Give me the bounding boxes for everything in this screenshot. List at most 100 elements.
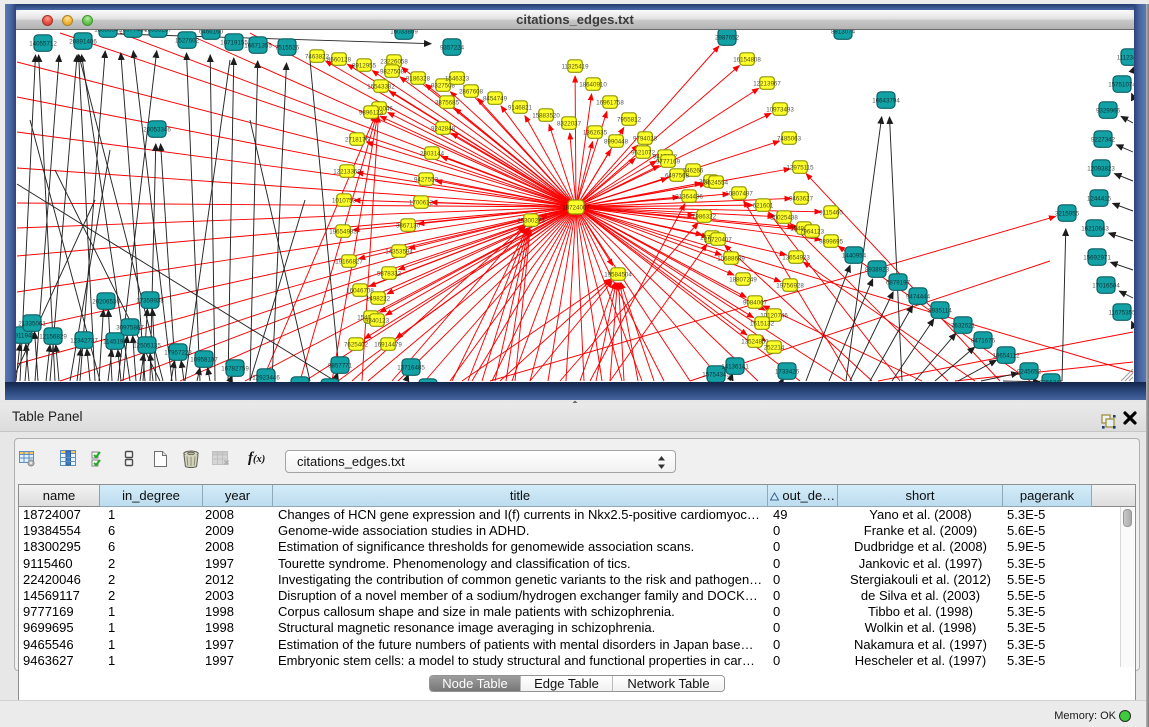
svg-text:11123456: 11123456 [1117,54,1134,61]
svg-text:3875685: 3875685 [435,99,460,106]
svg-text:21364436: 21364436 [675,193,703,200]
svg-text:19166827: 19166827 [335,258,363,265]
svg-text:12505135: 12505135 [133,342,161,349]
svg-text:9340123: 9340123 [365,317,390,324]
svg-text:16643794: 16643794 [872,97,900,104]
svg-text:12093823: 12093823 [1087,165,1115,172]
svg-text:3911941: 3911941 [16,332,35,339]
svg-text:9621072: 9621072 [631,149,656,156]
svg-text:8813074: 8813074 [831,30,856,35]
svg-text:16033809: 16033809 [390,30,418,35]
svg-text:8322037: 8322037 [557,120,582,127]
svg-text:10958107: 10958107 [190,356,218,363]
svg-text:3867130: 3867130 [396,222,421,229]
svg-text:18640910: 18640910 [579,81,607,88]
svg-text:14136141: 14136141 [721,363,749,370]
svg-text:5878332: 5878332 [377,270,402,277]
svg-text:20206536: 20206536 [92,298,120,305]
svg-text:12923446: 12923446 [252,374,280,381]
svg-text:12156829: 12156829 [39,333,67,340]
svg-text:2935114: 2935114 [928,307,952,314]
svg-text:1440954: 1440954 [842,252,867,259]
svg-text:7986322: 7986322 [692,213,717,220]
svg-text:13654923: 13654923 [782,254,810,261]
svg-text:20891406: 20891406 [69,38,97,45]
svg-text:10025438: 10025438 [770,214,798,221]
svg-text:9463627: 9463627 [789,195,814,202]
svg-text:16154808: 16154808 [733,56,761,63]
svg-text:11325419: 11325419 [561,63,589,70]
svg-text:2803144: 2803144 [420,150,445,157]
svg-text:8912955: 8912955 [352,62,377,69]
svg-text:9146821: 9146821 [508,104,533,111]
svg-text:2718176: 2718176 [345,136,370,143]
svg-text:9242848: 9242848 [431,125,456,132]
svg-text:19584504: 19584504 [604,271,632,278]
svg-text:10654112: 10654112 [992,352,1020,359]
svg-text:16961758: 16961758 [596,99,624,106]
svg-text:9357224: 9357224 [440,44,465,51]
svg-text:9857771: 9857771 [328,362,353,369]
svg-text:6497568: 6497568 [665,172,690,179]
svg-text:20053346: 20053346 [143,126,171,133]
svg-text:6879197: 6879197 [886,279,911,286]
svg-text:15751074: 15751074 [1108,81,1134,88]
svg-text:15720407: 15720407 [704,236,732,243]
svg-text:10807487: 10807487 [725,190,753,197]
svg-text:9777169: 9777169 [656,158,681,165]
svg-text:9474444: 9474444 [906,293,931,300]
svg-text:8938923: 8938923 [865,266,890,273]
svg-text:1145194: 1145194 [103,338,127,345]
svg-text:15692971: 15692971 [1083,254,1111,261]
svg-text:17359938: 17359938 [136,297,164,304]
svg-text:15883520: 15883520 [532,112,560,119]
svg-text:16671355: 16671355 [244,42,272,49]
svg-text:25300273: 25300273 [517,217,545,224]
svg-text:11675355: 11675355 [1108,309,1134,316]
svg-text:7955812: 7955812 [617,116,642,123]
svg-text:10973493: 10973493 [766,106,794,113]
svg-text:19654983: 19654983 [329,228,357,235]
svg-text:14353594: 14353594 [385,248,413,255]
svg-text:17957223: 17957223 [164,349,192,356]
svg-text:13716485: 13716485 [397,364,425,371]
svg-text:3624554: 3624554 [704,179,729,186]
svg-text:1733426: 1733426 [775,368,800,375]
svg-text:10977464: 10977464 [119,30,147,33]
svg-text:18856543: 18856543 [94,30,122,33]
svg-text:3215955: 3215955 [1055,210,1080,217]
svg-text:9356245: 9356245 [1039,379,1064,382]
svg-text:16543382: 16543382 [367,83,395,90]
svg-text:1010753: 1010753 [332,197,357,204]
svg-text:18807249: 18807249 [729,276,757,283]
svg-text:621601: 621601 [753,202,774,209]
svg-text:12213967: 12213967 [753,80,781,87]
svg-text:9794028: 9794028 [633,135,658,142]
svg-text:12342737: 12342737 [70,337,98,344]
svg-text:252214: 252214 [764,344,785,351]
svg-text:9115460: 9115460 [819,209,843,216]
svg-text:9084067: 9084067 [743,299,768,306]
svg-text:9245652: 9245652 [1017,368,1042,375]
svg-text:8471676: 8471676 [971,337,996,344]
svg-text:2987652: 2987652 [715,34,740,41]
svg-text:16046708: 16046708 [346,287,374,294]
svg-text:6466160: 6466160 [199,30,224,35]
svg-text:1498222: 1498222 [366,295,391,302]
svg-text:17016504: 17016504 [1092,282,1120,289]
svg-text:16914479: 16914479 [374,341,402,348]
svg-text:8186328: 8186328 [406,75,431,82]
svg-text:2867608: 2867608 [459,88,484,95]
svg-text:12975115: 12975115 [786,164,814,171]
svg-text:1244415: 1244415 [1087,195,1112,202]
svg-text:21335061: 21335061 [18,320,46,327]
svg-text:9427552: 9427552 [414,176,439,183]
svg-text:9329966: 9329966 [1096,107,1121,114]
svg-text:9896123: 9896123 [359,109,384,116]
svg-text:10653267: 10653267 [144,30,172,33]
svg-text:8660128: 8660128 [327,56,352,63]
svg-text:10688609: 10688609 [717,255,745,262]
svg-text:14055712: 14055712 [29,40,57,47]
svg-text:7632621: 7632621 [951,322,976,329]
svg-text:16782759: 16782759 [221,365,249,372]
